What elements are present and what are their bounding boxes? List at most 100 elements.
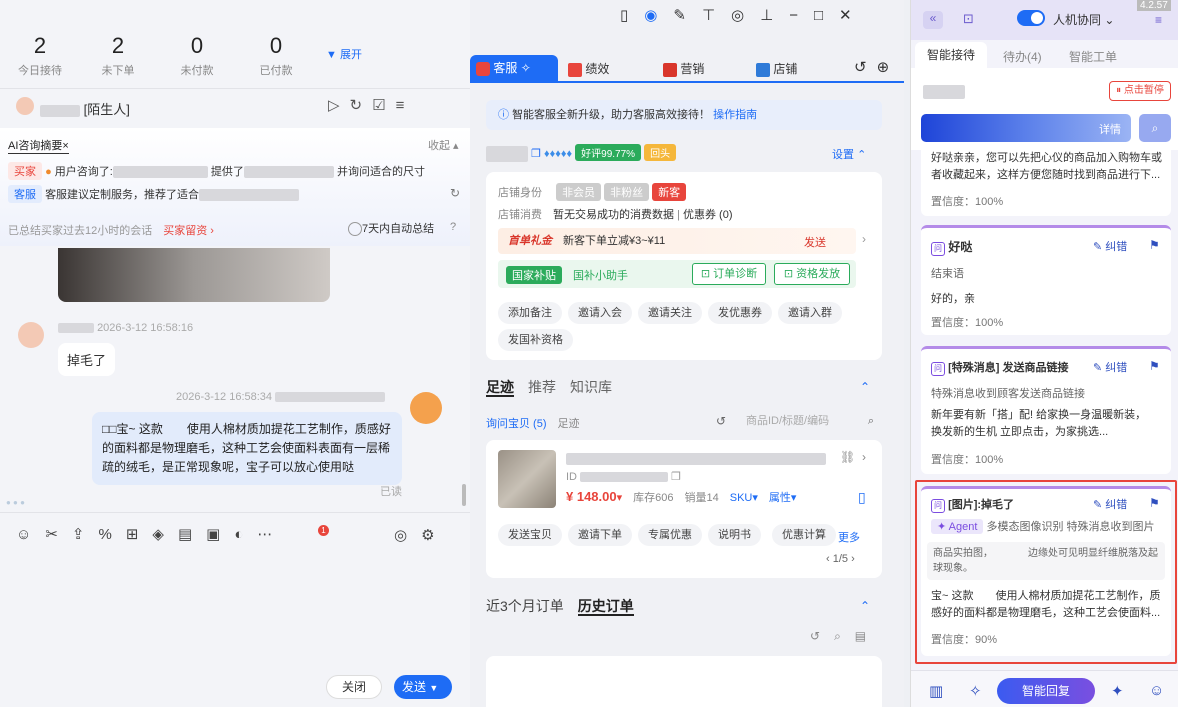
sparkle-icon[interactable]: ✦ xyxy=(1111,682,1124,700)
tab-marketing[interactable]: 营销 xyxy=(663,60,704,77)
auto-summary-toggle[interactable]: 7天内自动总结 xyxy=(348,220,434,237)
tab-performance[interactable]: 绩效 xyxy=(568,60,609,77)
shirt-icon[interactable]: ⊤ xyxy=(702,7,731,24)
upload-icon[interactable]: ⇪ xyxy=(72,526,99,543)
stat-unordered[interactable]: 2 未下单 xyxy=(78,34,158,78)
list-icon[interactable]: ▤ xyxy=(855,629,880,643)
tab-asked-items[interactable]: 询问宝贝 (5) xyxy=(486,418,547,430)
buyer-msg-link[interactable]: 买家留资 › xyxy=(163,225,214,237)
regenerate-icon[interactable]: ↻ xyxy=(450,186,460,200)
emoji-icon[interactable]: ☺ xyxy=(16,526,45,543)
pager[interactable]: ‹ 1/5 › xyxy=(826,553,855,565)
compass-icon[interactable]: ◎ xyxy=(394,527,421,544)
menu-icon[interactable]: ≡ xyxy=(396,97,415,114)
gift-icon[interactable]: ◈ xyxy=(152,526,178,543)
tab-recommend[interactable]: 推荐 xyxy=(528,379,556,395)
magic-wand-icon[interactable]: ✧ xyxy=(969,682,982,700)
product-image[interactable] xyxy=(498,450,556,508)
scrollbar[interactable] xyxy=(462,484,466,506)
sku-dropdown[interactable]: SKU▾ xyxy=(730,492,758,504)
more-icon[interactable]: ⋯ xyxy=(257,526,286,543)
link-icon[interactable]: ⛓ xyxy=(840,450,855,464)
invite-group-button[interactable]: 邀请入群 xyxy=(778,302,842,324)
stat-unpaid[interactable]: 0 未付款 xyxy=(157,34,237,78)
close-icon[interactable]: ✕ xyxy=(839,7,868,24)
tab-service[interactable]: 客服 ✧ xyxy=(470,55,558,81)
tab-knowledge[interactable]: 知识库 xyxy=(570,379,612,395)
add-icon[interactable]: ⊕ xyxy=(877,59,900,76)
detail-bar[interactable]: 详情 xyxy=(921,114,1131,142)
invite-follow-button[interactable]: 邀请关注 xyxy=(638,302,702,324)
correct-button[interactable]: ✎ 纠错 xyxy=(1093,238,1127,254)
collab-toggle[interactable] xyxy=(1017,10,1045,26)
smart-reply-button[interactable]: 智能回复 xyxy=(997,678,1095,704)
guide-link[interactable]: 操作指南 xyxy=(713,109,757,121)
discount-calc-button[interactable]: 优惠计算 xyxy=(772,524,836,546)
order-diagnose-button[interactable]: ⊡ 订单诊断 xyxy=(692,263,766,285)
flag-icon[interactable]: ⚑ xyxy=(1149,496,1160,510)
collapse-icon[interactable]: ⌃ xyxy=(860,380,870,394)
minimize-icon[interactable]: − xyxy=(789,7,814,24)
cart-icon[interactable]: ▣ xyxy=(206,526,234,543)
tab-todo[interactable]: 待办(4) xyxy=(1003,48,1042,65)
invite-order-button[interactable]: 邀请下单 xyxy=(568,524,632,546)
phone-icon[interactable]: ▯ xyxy=(620,7,644,24)
scissors-icon[interactable]: ✂ xyxy=(45,526,72,543)
search-button[interactable]: ⌕ xyxy=(1139,114,1171,142)
flag-icon[interactable]: ⚑ xyxy=(1149,359,1160,373)
order-icon[interactable]: ▤ xyxy=(178,526,206,543)
refresh-icon[interactable]: ↺ xyxy=(810,629,834,643)
collab-mode[interactable]: 人机协同 ⌄ xyxy=(1053,11,1114,28)
tab-smart-reception[interactable]: 智能接待 xyxy=(915,42,987,68)
tab-store[interactable]: 店铺 xyxy=(756,60,797,77)
correct-button[interactable]: ✎ 纠错 xyxy=(1093,496,1127,512)
pause-button[interactable]: ⏸ 点击暂停 xyxy=(1109,81,1171,101)
send-button[interactable]: 发送 ▼ xyxy=(394,675,452,699)
smile-icon[interactable]: ◐ xyxy=(234,526,257,543)
maximize-icon[interactable]: □ xyxy=(814,7,839,24)
book-icon[interactable]: ▥ xyxy=(929,682,943,700)
tab-work-order[interactable]: 智能工单 xyxy=(1069,48,1117,65)
invite-member-button[interactable]: 邀请入会 xyxy=(568,302,632,324)
image-message[interactable] xyxy=(58,248,330,302)
copy-icon[interactable]: ❐ xyxy=(671,471,681,483)
collapse-panel-icon[interactable]: « xyxy=(923,11,943,29)
correct-button[interactable]: ✎ 纠错 xyxy=(1093,359,1127,375)
expand-button[interactable]: ▼ 展开 xyxy=(326,46,362,62)
help-icon[interactable]: ? xyxy=(450,221,456,233)
settings-link[interactable]: 设置 ⌃ xyxy=(832,146,866,162)
chevron-right-icon[interactable]: › xyxy=(862,232,866,246)
refresh-icon[interactable]: ↺ xyxy=(716,414,726,428)
tab-recent-orders[interactable]: 近3个月订单 xyxy=(486,598,564,614)
more-button[interactable]: 更多 xyxy=(838,529,860,545)
manual-button[interactable]: 说明书 xyxy=(708,524,761,546)
flag-icon[interactable]: ⚑ xyxy=(1149,238,1160,252)
gift-send-button[interactable]: 发送 xyxy=(804,234,826,250)
search-icon[interactable]: ⌕ xyxy=(834,629,855,643)
exclusive-offer-button[interactable]: 专属优惠 xyxy=(638,524,702,546)
mobile-icon[interactable]: ▯ xyxy=(858,489,866,506)
send-item-button[interactable]: 发送宝贝 xyxy=(498,524,562,546)
tab-footprint[interactable]: 足迹 xyxy=(486,379,514,397)
tab-viewed[interactable]: 足迹 xyxy=(558,418,580,430)
coupon-icon[interactable]: ⊞ xyxy=(126,526,153,543)
add-note-button[interactable]: 添加备注 xyxy=(498,302,562,324)
assistant-icon[interactable]: ◉ xyxy=(644,7,673,24)
copy-icon[interactable]: ❐ xyxy=(531,148,541,160)
percent-icon[interactable]: % xyxy=(98,526,125,543)
attr-dropdown[interactable]: 属性▾ xyxy=(769,492,797,504)
check-icon[interactable]: ☑ xyxy=(372,97,395,114)
chevron-right-icon[interactable]: › xyxy=(862,450,866,464)
agent-icon[interactable]: ☺ xyxy=(1149,682,1164,699)
product-search-input[interactable]: 商品ID/标题/编码 ⌕ xyxy=(736,410,882,432)
send-coupon-button[interactable]: 发优惠券 xyxy=(708,302,772,324)
collapse-icon[interactable]: ⌃ xyxy=(860,599,870,613)
collapse-button[interactable]: 收起 ▴ xyxy=(428,137,459,153)
stat-paid[interactable]: 0 已付款 xyxy=(236,34,316,78)
settings-icon[interactable]: ⚙ xyxy=(421,527,448,544)
stat-today[interactable]: 2 今日接待 xyxy=(0,34,80,78)
refresh-icon[interactable]: ↺ xyxy=(854,59,877,76)
target-icon[interactable]: ◎ xyxy=(731,7,760,24)
menu-icon[interactable]: ≡ xyxy=(1155,13,1162,27)
refresh-icon[interactable]: ↻ xyxy=(350,97,373,114)
